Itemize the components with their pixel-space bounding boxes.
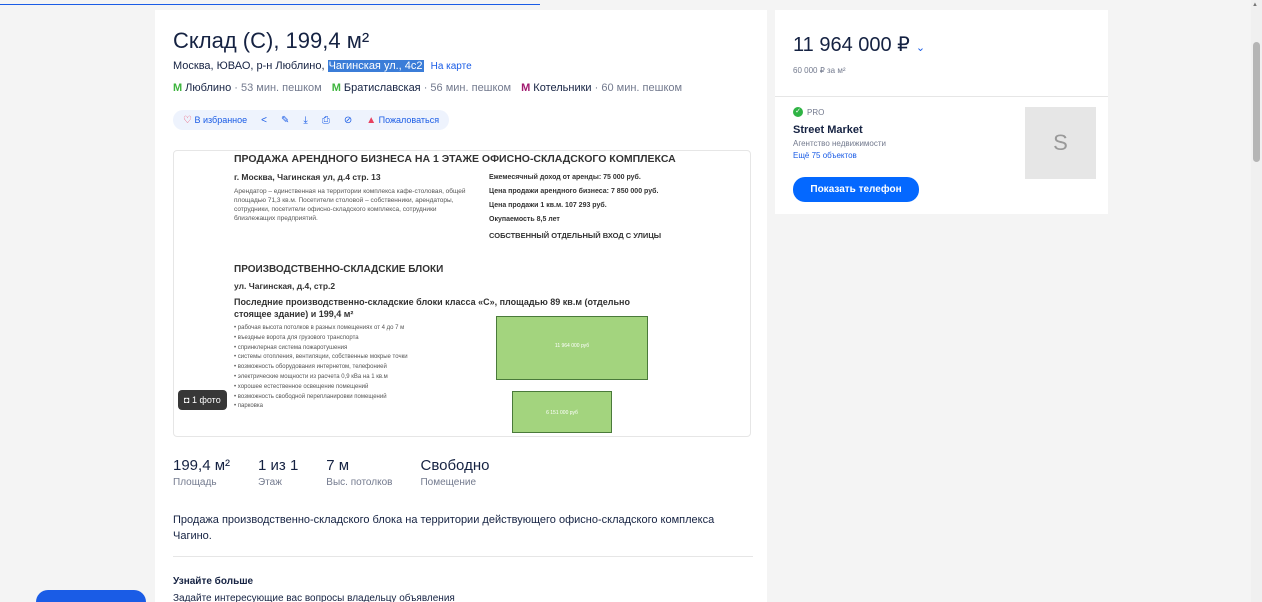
metro-list: M Люблино · 53 мин. пешком M Братиславская… bbox=[173, 82, 682, 94]
price[interactable]: 11 964 000 ₽ ⌄ bbox=[793, 32, 925, 57]
agency-card: ✓ PRO Street Market Агентство недвижимост… bbox=[775, 96, 1108, 214]
map-link[interactable]: На карте bbox=[431, 61, 472, 72]
address-text[interactable]: Москва, ЮВАО, р-н Люблино, bbox=[173, 60, 325, 72]
floor-plan-2: 6 151 000 руб bbox=[512, 391, 612, 433]
facts-row: 199,4 м² Площадь 1 из 1 Этаж 7 м Выс. потол… bbox=[173, 457, 489, 488]
photo-bullets: • рабочая высота потолков в разных помещ… bbox=[234, 325, 408, 410]
agency-more-link[interactable]: Ещё 75 объектов bbox=[793, 151, 857, 160]
print-icon[interactable]: ⎙ bbox=[322, 115, 330, 126]
pro-badge: ✓ PRO bbox=[793, 107, 824, 117]
address-highlight[interactable]: Чагинская ул., 4с2 bbox=[327, 60, 424, 72]
pen-icon[interactable]: ✎ bbox=[281, 115, 289, 126]
top-link[interactable] bbox=[0, 0, 540, 5]
agency-logo[interactable]: S bbox=[1025, 107, 1096, 179]
show-phone-button[interactable]: Показать телефон bbox=[793, 177, 919, 202]
photo-sale-price: Цена продажи арендного бизнеса: 7 850 00… bbox=[489, 188, 659, 195]
metro-item[interactable]: M Братиславская · 56 мин. пешком bbox=[332, 82, 511, 94]
photo-gallery[interactable]: ПРОДАЖА АРЕНДНОГО БИЗНЕСА НА 1 ЭТАЖЕ ОФИ… bbox=[173, 150, 751, 437]
metro-item[interactable]: M Котельники · 60 мин. пешком bbox=[521, 82, 682, 94]
photo-count-badge[interactable]: ◘ 1 фото bbox=[178, 390, 227, 410]
page-title: Склад (С), 199,4 м² bbox=[173, 28, 370, 53]
floor-plan-1: 11 964 000 руб bbox=[496, 316, 648, 380]
photo-heading: ПРОДАЖА АРЕНДНОГО БИЗНЕСА НА 1 ЭТАЖЕ ОФИ… bbox=[234, 153, 676, 165]
check-icon: ✓ bbox=[793, 107, 803, 117]
complain-button[interactable]: ▲ Пожаловаться bbox=[366, 115, 439, 126]
photo-entrance: СОБСТВЕННЫЙ ОТДЕЛЬНЫЙ ВХОД С УЛИЦЫ bbox=[489, 231, 662, 240]
fact-area: 199,4 м² Площадь bbox=[173, 457, 231, 488]
metro-icon: M bbox=[331, 82, 341, 94]
learn-more-heading: Узнайте больше bbox=[173, 576, 254, 587]
listing-card: Склад (С), 199,4 м² Москва, ЮВАО, р-н Лю… bbox=[155, 10, 767, 602]
hide-icon[interactable]: ⊘ bbox=[344, 115, 352, 126]
fact-premises: Свободно Помещение bbox=[420, 457, 490, 488]
description: Продажа производственно-складского блока… bbox=[173, 514, 715, 542]
scrollbar-thumb[interactable] bbox=[1253, 42, 1260, 162]
learn-more-text: Задайте интересующие вас вопросы владель… bbox=[173, 593, 455, 602]
metro-icon: M bbox=[521, 82, 531, 94]
photo-address: г. Москва, Чагинская ул, д.4 стр. 13 bbox=[234, 172, 381, 182]
agency-name[interactable]: Street Market bbox=[793, 124, 863, 136]
price-per-meter: 60 000 ₽ за м² bbox=[793, 66, 846, 75]
warning-icon: ▲ bbox=[366, 114, 377, 126]
favorite-button[interactable]: ♡ В избранное bbox=[183, 115, 247, 126]
fact-floor: 1 из 1 Этаж bbox=[258, 457, 299, 488]
address: Москва, ЮВАО, р-н Люблино, Чагинская ул.… bbox=[173, 60, 472, 72]
metro-icon: M bbox=[173, 82, 183, 94]
photo-income: Ежемесячный доход от аренды: 75 000 руб. bbox=[489, 174, 641, 181]
action-bar: ♡ В избранное < ✎ ⤓ ⎙ ⊘ ▲ Пожаловаться bbox=[173, 110, 450, 130]
photo-left-text: Арендатор – единственная на территории к… bbox=[234, 188, 466, 222]
photo-payback: Окупаемость 8,5 лет bbox=[489, 216, 560, 223]
photo-subheading: ПРОИЗВОДСТВЕННО-СКЛАДСКИЕ БЛОКИ bbox=[234, 264, 444, 275]
camera-icon: ◘ bbox=[184, 395, 190, 405]
download-icon[interactable]: ⤓ bbox=[303, 115, 307, 126]
chat-button[interactable] bbox=[36, 590, 146, 602]
scroll-up-icon[interactable]: ▲ bbox=[1252, 2, 1258, 8]
photo-price-per-m: Цена продажи 1 кв.м. 107 293 руб. bbox=[489, 202, 607, 209]
agency-type: Агентство недвижимости bbox=[793, 139, 886, 148]
metro-item[interactable]: M Люблино · 53 мин. пешком bbox=[173, 82, 322, 94]
share-icon[interactable]: < bbox=[261, 115, 267, 126]
chevron-down-icon[interactable]: ⌄ bbox=[916, 42, 925, 54]
divider bbox=[173, 556, 753, 557]
heart-icon: ♡ bbox=[183, 114, 192, 126]
photo-address-2: ул. Чагинская, д.4, стр.2 bbox=[234, 281, 336, 291]
fact-ceiling: 7 м Выс. потолков bbox=[326, 457, 393, 488]
